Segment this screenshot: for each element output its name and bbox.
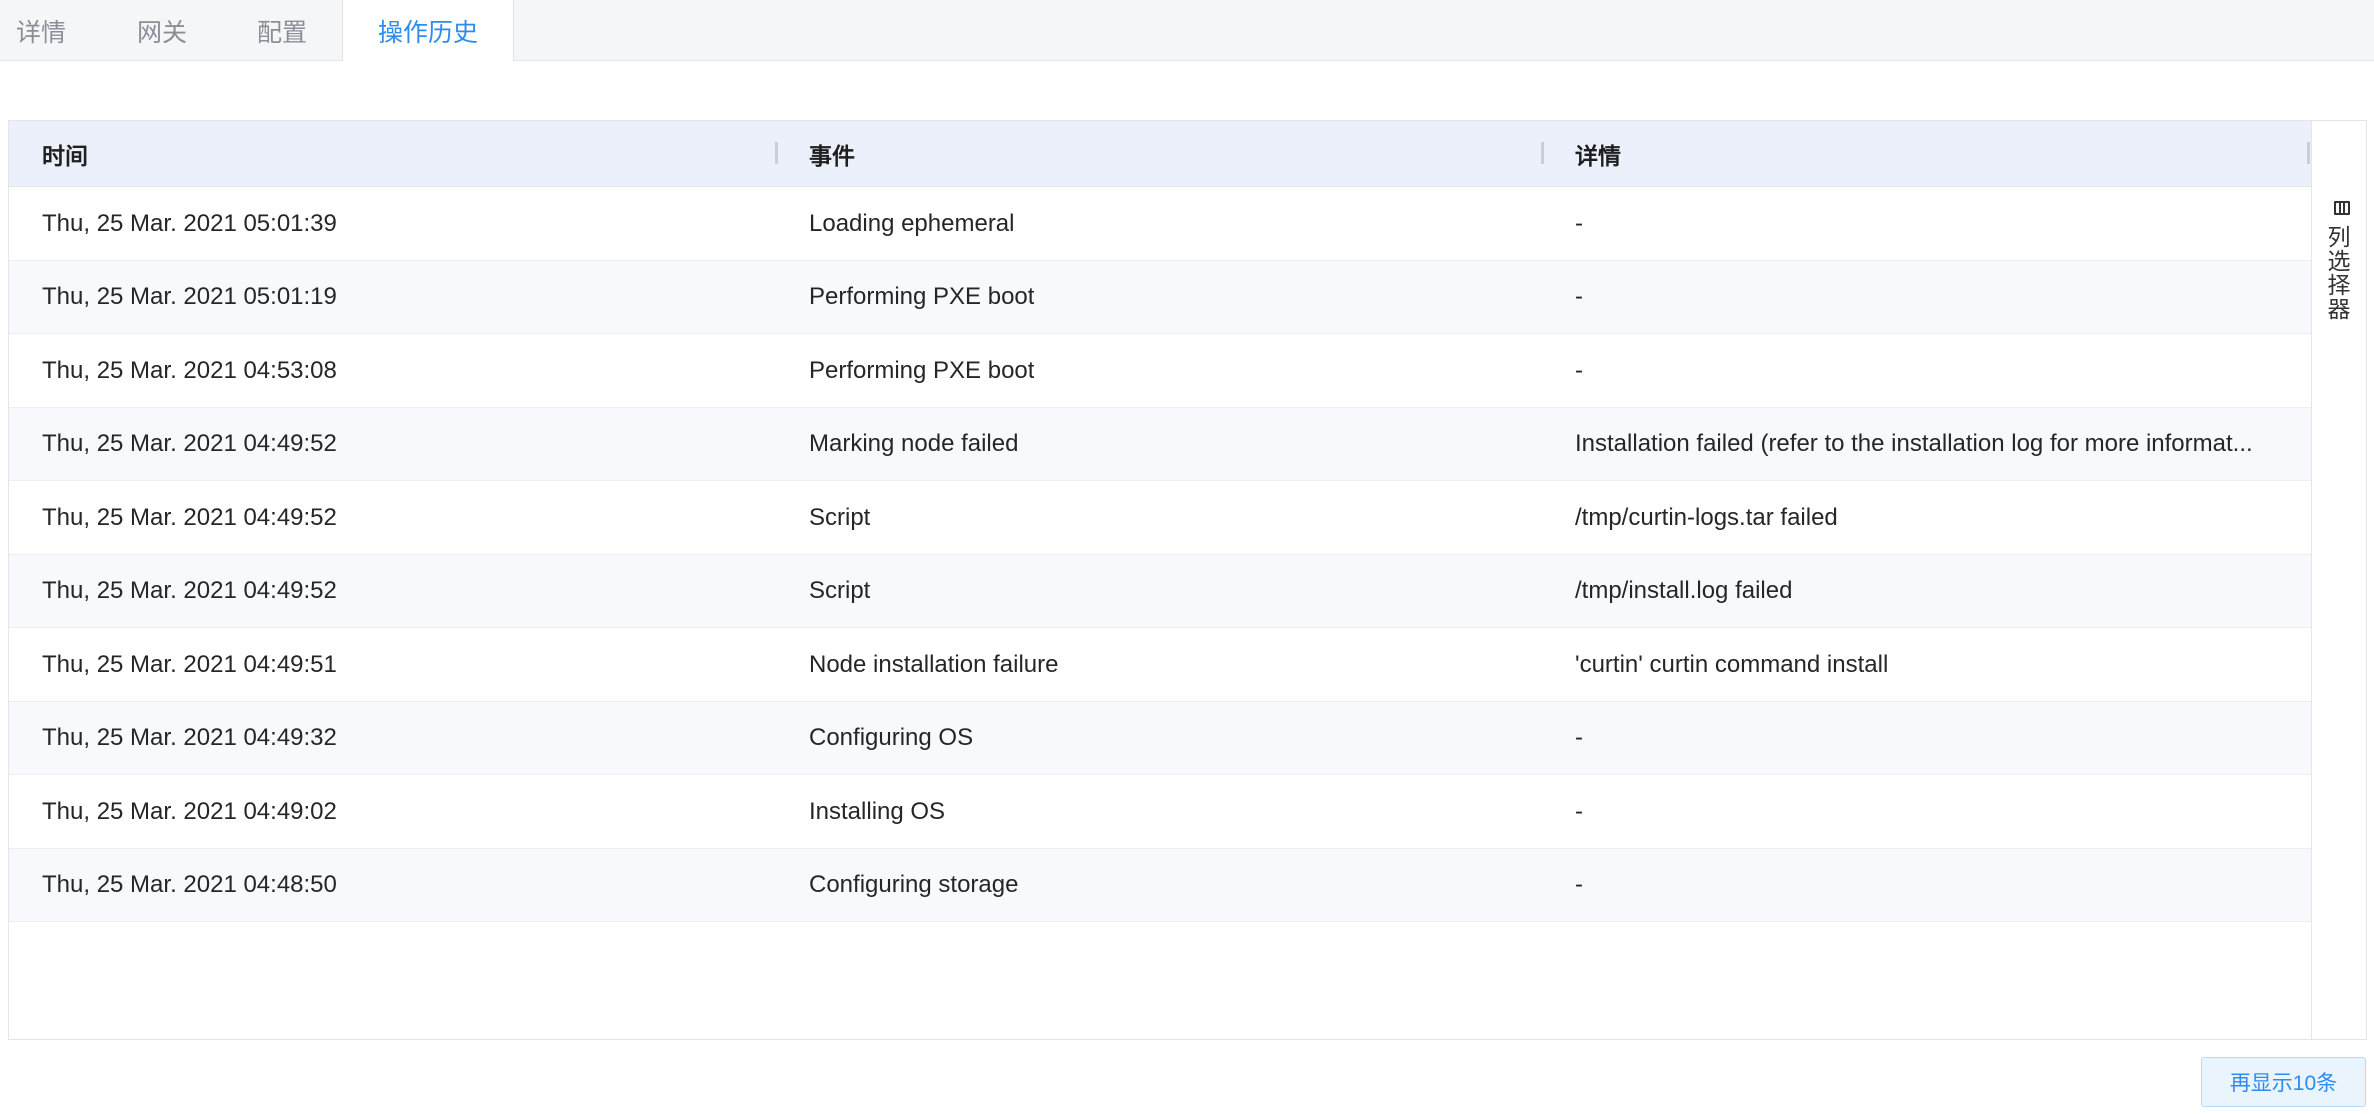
cell-event-text: Script [809, 577, 871, 604]
cell-time: Thu, 25 Mar. 2021 04:49:52 [42, 408, 762, 481]
cell-event: Configuring storage [809, 849, 1529, 922]
cell-event-text: Loading ephemeral [809, 209, 1015, 237]
tab-bar: 详情 网关 配置 操作历史 [0, 0, 2374, 61]
cell-detail-text: - [1575, 209, 1583, 237]
cell-detail: /tmp/install.log failed [1575, 555, 2293, 628]
cell-event-text: Installing OS [809, 797, 946, 825]
tab-operation-history[interactable]: 操作历史 [342, 0, 514, 61]
cell-time-text: Thu, 25 Mar. 2021 05:01:39 [42, 209, 337, 237]
history-table-container: 时间 事件 详情 Thu, 25 Mar. 2021 05:01:39 Loadi… [8, 120, 2367, 1040]
cell-time-text: Thu, 25 Mar. 2021 04:49:52 [42, 503, 337, 531]
table-row[interactable]: Thu, 25 Mar. 2021 04:49:52 Script/tmp/ins… [9, 554, 2311, 628]
cell-detail-text: Installation failed (refer to the instal… [1575, 430, 2253, 457]
table-row[interactable]: Thu, 25 Mar. 2021 04:49:02 Installing OS - [9, 775, 2311, 849]
columns-icon [2334, 201, 2350, 215]
cell-event: Performing PXE boot [809, 334, 1529, 407]
cell-time: Thu, 25 Mar. 2021 04:48:50 [42, 849, 762, 922]
cell-time: Thu, 25 Mar. 2021 05:01:39 [42, 187, 762, 260]
table-row[interactable]: Thu, 25 Mar. 2021 05:01:39 Loading epheme… [9, 187, 2311, 261]
column-selector-label: 列选择器 [2324, 225, 2350, 321]
cell-event-text: Configuring storage [809, 871, 1019, 898]
tab-details[interactable]: 详情 [0, 0, 82, 61]
cell-detail: - [1575, 187, 2293, 260]
column-resize-handle[interactable] [2307, 142, 2310, 164]
cell-time-text: Thu, 25 Mar. 2021 04:48:50 [42, 871, 337, 898]
cell-detail: 'curtin' curtin command install [1575, 628, 2293, 701]
cell-detail: /tmp/curtin-logs.tar failed [1575, 481, 2293, 554]
cell-detail: - [1575, 334, 2293, 407]
cell-time: Thu, 25 Mar. 2021 04:49:51 [42, 628, 762, 701]
cell-event-text: Node installation failure [809, 650, 1059, 678]
cell-event-text: Performing PXE boot [809, 283, 1035, 310]
table-row[interactable]: Thu, 25 Mar. 2021 04:53:08 Performing PXE… [9, 334, 2311, 408]
cell-event: Configuring OS [809, 702, 1529, 775]
column-resize-handle[interactable] [1541, 142, 1544, 164]
table-row[interactable]: Thu, 25 Mar. 2021 04:49:51 Node installat… [9, 628, 2311, 702]
cell-time-text: Thu, 25 Mar. 2021 04:49:32 [42, 724, 337, 751]
cell-time: Thu, 25 Mar. 2021 04:49:02 [42, 775, 762, 848]
table-row[interactable]: Thu, 25 Mar. 2021 05:01:19 Performing PXE… [9, 260, 2311, 334]
cell-event-text: Marking node failed [809, 430, 1019, 457]
tab-config[interactable]: 配置 [242, 0, 322, 61]
cell-time-text: Thu, 25 Mar. 2021 04:49:02 [42, 797, 337, 825]
cell-time-text: Thu, 25 Mar. 2021 05:01:19 [42, 283, 337, 310]
column-header-event[interactable]: 事件 [809, 121, 855, 187]
cell-time-text: Thu, 25 Mar. 2021 04:49:52 [42, 430, 337, 457]
cell-detail-text: - [1575, 797, 1583, 825]
cell-detail-text: - [1575, 283, 1583, 310]
cell-detail: - [1575, 849, 2293, 922]
table-row[interactable]: Thu, 25 Mar. 2021 04:48:50 Configuring st… [9, 848, 2311, 922]
cell-event: Installing OS [809, 775, 1529, 848]
cell-event: Performing PXE boot [809, 261, 1529, 334]
cell-detail-text: /tmp/install.log failed [1575, 577, 1793, 604]
cell-detail-text: - [1575, 871, 1583, 898]
table-row[interactable]: Thu, 25 Mar. 2021 04:49:52 Marking node f… [9, 407, 2311, 481]
cell-time: Thu, 25 Mar. 2021 04:49:32 [42, 702, 762, 775]
tab-gateway[interactable]: 网关 [122, 0, 202, 61]
cell-detail: - [1575, 775, 2293, 848]
cell-event: Loading ephemeral [809, 187, 1529, 260]
column-header-detail[interactable]: 详情 [1575, 121, 1621, 187]
history-table: 时间 事件 详情 Thu, 25 Mar. 2021 05:01:39 Loadi… [9, 121, 2311, 1039]
cell-event: Node installation failure [809, 628, 1529, 701]
cell-time: Thu, 25 Mar. 2021 05:01:19 [42, 261, 762, 334]
cell-event-text: Configuring OS [809, 724, 974, 751]
show-more-button[interactable]: 再显示10条 [2201, 1057, 2366, 1107]
table-header: 时间 事件 详情 [9, 121, 2311, 187]
cell-time-text: Thu, 25 Mar. 2021 04:49:51 [42, 650, 337, 678]
table-row[interactable]: Thu, 25 Mar. 2021 04:49:52 Script/tmp/cur… [9, 481, 2311, 555]
table-row[interactable]: Thu, 25 Mar. 2021 04:49:32 Configuring OS… [9, 701, 2311, 775]
cell-time: Thu, 25 Mar. 2021 04:53:08 [42, 334, 762, 407]
cell-event-text: Performing PXE boot [809, 356, 1035, 384]
cell-detail: Installation failed (refer to the instal… [1575, 408, 2293, 481]
cell-time-text: Thu, 25 Mar. 2021 04:49:52 [42, 577, 337, 604]
cell-detail-text: - [1575, 356, 1583, 384]
cell-detail-text: - [1575, 724, 1583, 751]
cell-detail: - [1575, 261, 2293, 334]
cell-detail: - [1575, 702, 2293, 775]
cell-detail-text: 'curtin' curtin command install [1575, 650, 1889, 678]
column-header-time[interactable]: 时间 [42, 121, 88, 187]
column-resize-handle[interactable] [775, 142, 778, 164]
cell-detail-text: /tmp/curtin-logs.tar failed [1575, 503, 1838, 531]
cell-event: Marking node failed [809, 408, 1529, 481]
cell-event: Script [809, 481, 1529, 554]
table-body: Thu, 25 Mar. 2021 05:01:39 Loading epheme… [9, 187, 2311, 922]
column-selector-button[interactable]: 列选择器 [2311, 121, 2366, 1039]
cell-event: Script [809, 555, 1529, 628]
cell-time: Thu, 25 Mar. 2021 04:49:52 [42, 481, 762, 554]
cell-event-text: Script [809, 503, 871, 531]
cell-time: Thu, 25 Mar. 2021 04:49:52 [42, 555, 762, 628]
cell-time-text: Thu, 25 Mar. 2021 04:53:08 [42, 356, 337, 384]
